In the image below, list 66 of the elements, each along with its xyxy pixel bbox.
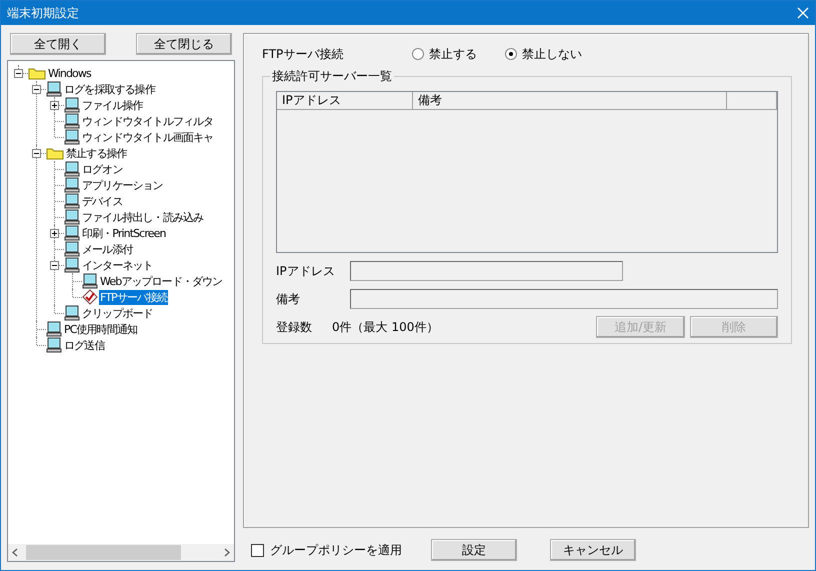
tree-item[interactable]: デバイス — [81, 194, 124, 208]
tree-item[interactable]: FTPサーバ接続 — [99, 290, 168, 304]
cancel-button[interactable]: キャンセル — [550, 539, 636, 561]
collapse-icon[interactable] — [50, 261, 59, 270]
computer-icon — [46, 81, 62, 97]
checkbox[interactable] — [251, 544, 264, 556]
tree-item[interactable]: ログを採取する操作 — [63, 82, 156, 96]
checkmark-icon — [82, 289, 98, 305]
count-value: 0件（最大 100件） — [332, 318, 440, 336]
computer-icon — [64, 241, 80, 257]
folder-icon — [28, 66, 46, 80]
radio-label[interactable]: 禁止しない — [522, 46, 582, 62]
setting-label: FTPサーバ接続 — [262, 46, 344, 62]
scroll-right-icon[interactable] — [224, 548, 230, 557]
expand-icon[interactable] — [50, 229, 59, 238]
computer-icon — [64, 209, 80, 225]
radio-label[interactable]: 禁止する — [429, 46, 477, 62]
radio-button[interactable] — [505, 48, 517, 60]
computer-icon — [64, 97, 80, 113]
tree-item[interactable]: ウィンドウタイトルフィルタ — [81, 114, 214, 128]
computer-icon — [64, 193, 80, 209]
collapse-all-button[interactable]: 全て閉じる — [136, 33, 232, 55]
collapse-icon[interactable] — [32, 149, 41, 158]
tree-item[interactable]: ファイル操作 — [81, 98, 144, 112]
tree-item[interactable]: PC使用時間通知 — [63, 322, 138, 336]
apply-button[interactable]: 設定 — [431, 539, 517, 561]
count-label: 登録数 — [276, 318, 313, 336]
tree-item[interactable]: Webアップロード・ダウン — [99, 274, 224, 288]
computer-icon — [64, 225, 80, 241]
computer-icon — [46, 321, 62, 337]
scrollbar-thumb[interactable] — [26, 545, 181, 560]
collapse-icon[interactable] — [14, 69, 23, 78]
field-label: IPアドレス — [276, 262, 336, 280]
close-icon[interactable] — [797, 7, 809, 19]
computer-icon — [64, 129, 80, 145]
expand-icon[interactable] — [50, 101, 59, 110]
tree-item[interactable]: ログオン — [81, 162, 124, 176]
tree-item[interactable]: インターネット — [81, 258, 154, 272]
computer-icon — [64, 113, 80, 129]
tree-item[interactable]: ログ送信 — [63, 338, 106, 352]
computer-icon — [64, 177, 80, 193]
tree-item[interactable]: アプリケーション — [81, 178, 164, 192]
column-header[interactable]: 備考 — [413, 92, 727, 109]
scroll-left-icon[interactable] — [12, 548, 18, 557]
tree-item[interactable]: メール添付 — [81, 242, 134, 256]
computer-icon — [82, 273, 98, 289]
computer-icon — [64, 257, 80, 273]
window-title: 端末初期設定 — [7, 4, 79, 22]
horizontal-scrollbar[interactable] — [8, 544, 234, 561]
computer-icon — [64, 305, 80, 321]
computer-icon — [46, 337, 62, 353]
column-header[interactable]: IPアドレス — [277, 92, 413, 109]
tree-item[interactable]: 印刷・PrintScreen — [81, 226, 167, 240]
folder-icon — [46, 146, 64, 160]
tree-item[interactable]: 禁止する操作 — [65, 146, 128, 160]
tree-item[interactable]: ウィンドウタイトル画面キャ — [81, 130, 214, 144]
tree-item[interactable]: クリップボード — [81, 306, 154, 320]
group-title: 接続許可サーバー一覧 — [271, 68, 393, 85]
computer-icon — [64, 161, 80, 177]
collapse-icon[interactable] — [32, 85, 41, 94]
checkbox-label[interactable]: グループポリシーを適用 — [270, 542, 402, 558]
tree-item[interactable]: ファイル持出し・読み込み — [81, 210, 204, 224]
expand-all-button[interactable]: 全て開く — [10, 33, 106, 55]
tree-item[interactable]: Windows — [47, 66, 92, 80]
radio-button[interactable] — [412, 48, 424, 60]
field-label: 備考 — [276, 290, 301, 308]
